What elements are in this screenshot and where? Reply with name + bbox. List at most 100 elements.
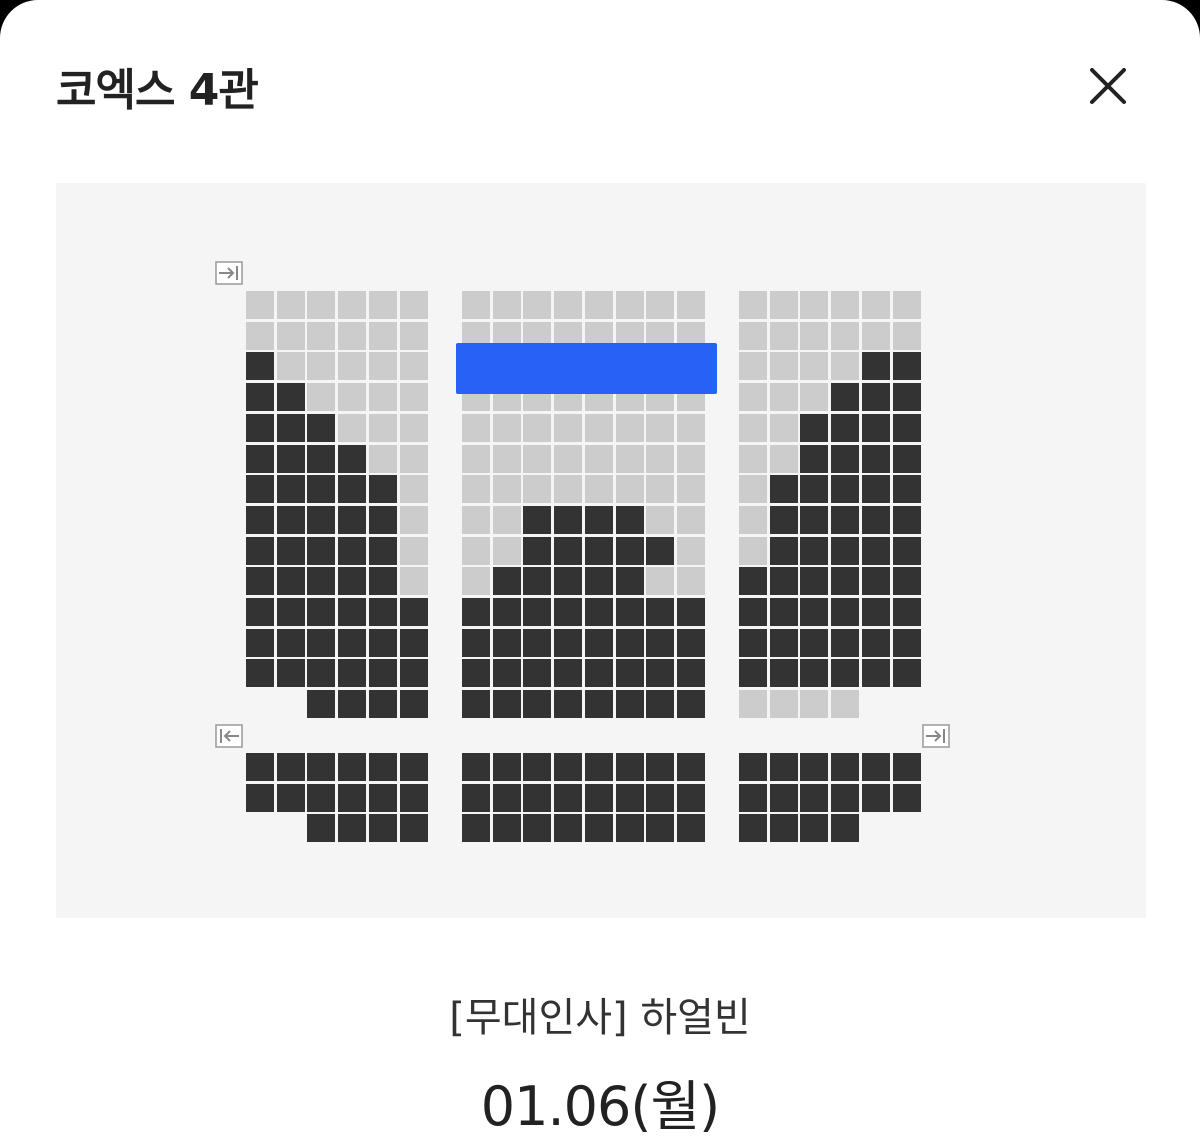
seat-available[interactable] — [800, 352, 829, 381]
seat-available[interactable] — [800, 383, 829, 412]
seat-available[interactable] — [739, 321, 767, 350]
seat-available[interactable] — [338, 413, 367, 442]
seat-available[interactable] — [368, 444, 397, 473]
seat-available[interactable] — [676, 475, 705, 504]
seat-available[interactable] — [739, 475, 767, 504]
seat-available[interactable] — [769, 321, 798, 350]
seat-available[interactable] — [584, 413, 613, 442]
seat-available[interactable] — [800, 321, 829, 350]
seat-available[interactable] — [492, 475, 521, 504]
seat-available[interactable] — [462, 291, 490, 319]
seat-available[interactable] — [739, 291, 767, 319]
seat-available[interactable] — [646, 567, 675, 596]
seat-available[interactable] — [646, 413, 675, 442]
seat-available[interactable] — [615, 444, 644, 473]
seat-available[interactable] — [399, 413, 428, 442]
seat-available[interactable] — [831, 352, 860, 381]
seat-available[interactable] — [892, 321, 921, 350]
seat-available[interactable] — [246, 321, 274, 350]
seat-available[interactable] — [462, 475, 490, 504]
seat-available[interactable] — [769, 352, 798, 381]
seat-available[interactable] — [276, 321, 305, 350]
seat-available[interactable] — [676, 444, 705, 473]
seat-available[interactable] — [399, 475, 428, 504]
seat-available[interactable] — [739, 444, 767, 473]
seat-available[interactable] — [338, 291, 367, 319]
seat-available[interactable] — [831, 291, 860, 319]
seat-available[interactable] — [399, 505, 428, 534]
seat-available[interactable] — [368, 383, 397, 412]
seat-available[interactable] — [307, 321, 336, 350]
seat-available[interactable] — [523, 291, 552, 319]
seat-available[interactable] — [554, 444, 583, 473]
seat-available[interactable] — [769, 690, 798, 719]
seat-available[interactable] — [462, 444, 490, 473]
seat-available[interactable] — [615, 291, 644, 319]
seat-available[interactable] — [399, 536, 428, 565]
seat-available[interactable] — [615, 413, 644, 442]
seat-available[interactable] — [769, 291, 798, 319]
seat-available[interactable] — [646, 505, 675, 534]
seat-available[interactable] — [554, 291, 583, 319]
seat-available[interactable] — [584, 475, 613, 504]
seat-available[interactable] — [523, 413, 552, 442]
seat-available[interactable] — [861, 291, 890, 319]
seat-available[interactable] — [739, 383, 767, 412]
seat-available[interactable] — [462, 536, 490, 565]
seat-available[interactable] — [276, 291, 305, 319]
seat-available[interactable] — [861, 321, 890, 350]
seat-available[interactable] — [676, 291, 705, 319]
seat-available[interactable] — [554, 475, 583, 504]
seat-available[interactable] — [646, 475, 675, 504]
seat-available[interactable] — [462, 413, 490, 442]
seat-available[interactable] — [368, 413, 397, 442]
seat-available[interactable] — [769, 444, 798, 473]
seat-available[interactable] — [492, 505, 521, 534]
seat-available[interactable] — [246, 291, 274, 319]
seat-available[interactable] — [399, 321, 428, 350]
seat-available[interactable] — [338, 352, 367, 381]
seat-available[interactable] — [338, 383, 367, 412]
seat-available[interactable] — [584, 291, 613, 319]
seat-available[interactable] — [462, 505, 490, 534]
seat-available[interactable] — [368, 321, 397, 350]
seat-available[interactable] — [462, 567, 490, 596]
seat-available[interactable] — [739, 505, 767, 534]
seat-available[interactable] — [399, 383, 428, 412]
seat-available[interactable] — [800, 690, 829, 719]
seat-available[interactable] — [800, 291, 829, 319]
seat-available[interactable] — [307, 383, 336, 412]
seat-available[interactable] — [615, 475, 644, 504]
seat-available[interactable] — [554, 413, 583, 442]
seat-available[interactable] — [368, 291, 397, 319]
seat-available[interactable] — [399, 352, 428, 381]
seat-available[interactable] — [523, 475, 552, 504]
seat-available[interactable] — [584, 444, 613, 473]
seat-available[interactable] — [276, 352, 305, 381]
seat-available[interactable] — [739, 690, 767, 719]
seat-available[interactable] — [676, 536, 705, 565]
seat-available[interactable] — [769, 383, 798, 412]
seat-available[interactable] — [492, 444, 521, 473]
seat-available[interactable] — [676, 567, 705, 596]
seat-available[interactable] — [368, 352, 397, 381]
seat-available[interactable] — [492, 291, 521, 319]
close-button[interactable] — [1080, 58, 1136, 114]
seat-available[interactable] — [646, 444, 675, 473]
seat-available[interactable] — [492, 536, 521, 565]
seat-available[interactable] — [492, 413, 521, 442]
seat-available[interactable] — [646, 291, 675, 319]
seat-available[interactable] — [739, 352, 767, 381]
seat-available[interactable] — [676, 505, 705, 534]
seat-available[interactable] — [892, 291, 921, 319]
seat-available[interactable] — [739, 413, 767, 442]
selected-seats-highlight[interactable] — [456, 343, 717, 394]
seat-available[interactable] — [399, 567, 428, 596]
seat-available[interactable] — [676, 413, 705, 442]
seat-available[interactable] — [307, 291, 336, 319]
seat-available[interactable] — [399, 444, 428, 473]
seat-available[interactable] — [307, 352, 336, 381]
seat-available[interactable] — [831, 690, 860, 719]
seat-available[interactable] — [739, 536, 767, 565]
seat-available[interactable] — [523, 444, 552, 473]
